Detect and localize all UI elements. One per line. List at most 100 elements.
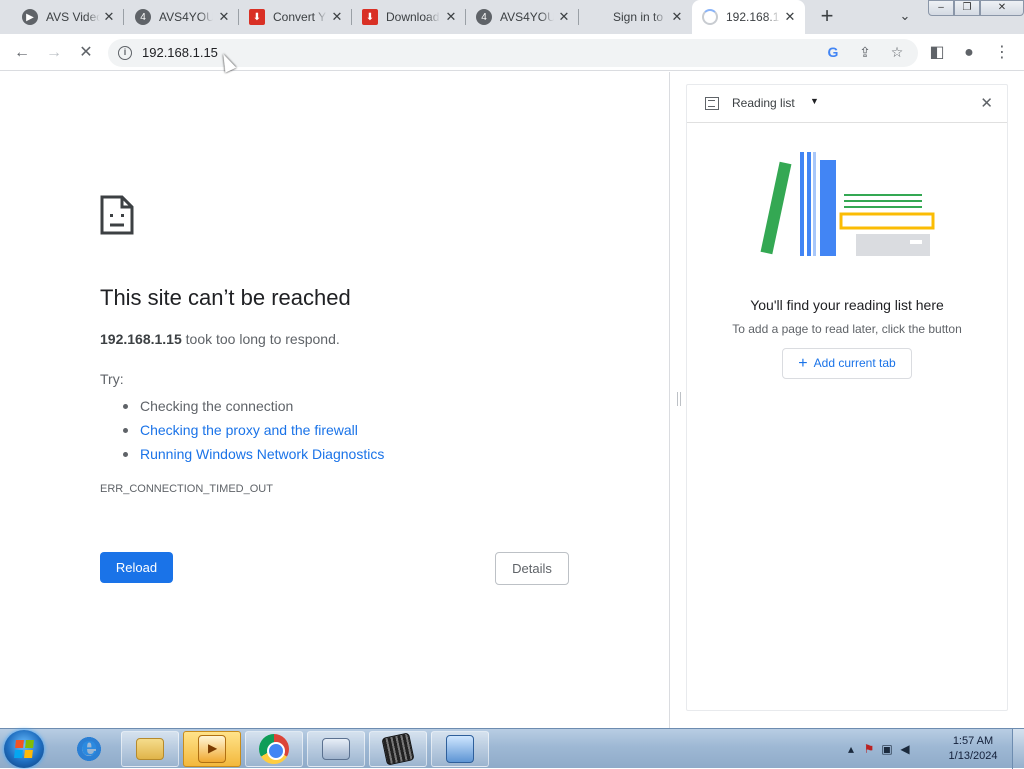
taskbar-video-editor[interactable] (369, 731, 427, 767)
close-icon[interactable]: ✕ (557, 10, 571, 24)
tab-title: 192.168.1 (726, 10, 780, 24)
error-host: 192.168.1.15 (100, 331, 182, 347)
error-subtitle-rest: took too long to respond. (181, 331, 340, 347)
suggestion-list: Checking the connection Checking the pro… (122, 394, 384, 466)
taskbar-chrome[interactable] (245, 731, 303, 767)
google-lens-icon[interactable]: G (824, 44, 842, 62)
empty-state-title: You'll find your reading list here (750, 297, 944, 313)
volume-icon[interactable]: ◀ (896, 742, 914, 756)
folder-icon (136, 738, 164, 760)
window-close-button[interactable]: ✕ (980, 0, 1024, 16)
reading-list-panel: Reading list ▼ ✕ You'll find your readin… (686, 84, 1008, 711)
error-code: ERR_CONNECTION_TIMED_OUT (100, 483, 273, 495)
internet-explorer-icon (75, 732, 103, 763)
download-red-icon: ⬇ (249, 9, 265, 25)
windows-flag-icon (14, 740, 34, 758)
suggestion-link-diagnostics[interactable]: Running Windows Network Diagnostics (122, 442, 384, 466)
reading-list-icon (705, 97, 719, 110)
action-center-flag-icon[interactable]: ⚑ (860, 742, 878, 756)
tab-title: AVS4YOU (500, 10, 554, 24)
tab-title: AVS Video (46, 10, 100, 24)
books-illustration (760, 152, 935, 256)
address-url[interactable]: 192.168.1.15 (142, 45, 218, 60)
share-icon[interactable]: ⇪ (856, 44, 874, 62)
close-icon[interactable]: ✕ (330, 10, 344, 24)
close-icon[interactable]: ✕ (217, 10, 231, 24)
menu-kebab-icon[interactable]: ⋮ (990, 41, 1014, 65)
chrome-icon (259, 734, 289, 764)
close-panel-icon[interactable]: ✕ (980, 94, 993, 112)
resize-grip[interactable] (677, 392, 681, 406)
suggestion-item: Checking the connection (122, 394, 384, 418)
avs-icon: ▶ (22, 9, 38, 25)
tab-separator (123, 9, 124, 25)
windows-taskbar: ▴ ⚑ ▣ ◀ 1:57 AM 1/13/2024 (0, 728, 1024, 769)
tab-strip: ▶ AVS Video ✕ 4 AVS4YOU ✕ ⬇ Convert Y ✕ … (0, 0, 1024, 34)
error-subtitle: 192.168.1.15 took too long to respond. (100, 331, 340, 347)
clock-time: 1:57 AM (952, 735, 994, 747)
tab-avs4you-2[interactable]: 4 AVS4YOU ✕ (466, 0, 579, 34)
minimize-button[interactable]: – (928, 0, 954, 16)
error-title: This site can’t be reached (100, 285, 351, 310)
restore-button[interactable]: ❐ (954, 0, 980, 16)
taskbar-clock[interactable]: 1:57 AM 1/13/2024 (940, 734, 1006, 764)
tab-active-192[interactable]: 192.168.1 ✕ (692, 0, 805, 34)
dropdown-caret-icon[interactable]: ▼ (810, 96, 819, 106)
microsoft-icon (589, 9, 605, 25)
network-icon[interactable]: ▣ (878, 742, 896, 756)
tab-search-chevron-icon[interactable]: ⌄ (896, 8, 914, 26)
back-arrow-icon[interactable]: ← (10, 41, 34, 65)
forward-arrow-icon[interactable]: → (42, 41, 66, 65)
profile-avatar-icon[interactable]: ● (957, 41, 981, 65)
avs4you-icon: 4 (476, 9, 492, 25)
details-button[interactable]: Details (495, 552, 569, 585)
site-info-icon[interactable]: i (118, 46, 132, 60)
media-player-icon (198, 735, 226, 763)
add-current-tab-button[interactable]: + Add current tab (782, 348, 912, 379)
show-hidden-icons-icon[interactable]: ▴ (842, 742, 860, 756)
close-icon[interactable]: ✕ (783, 10, 797, 24)
tab-title: Convert Y (273, 10, 327, 24)
empty-state-description: To add a page to read later, click the b… (732, 322, 962, 336)
plus-icon: + (798, 355, 808, 372)
window-controls: – ❐ ✕ (928, 0, 1024, 16)
taskbar-keyboard[interactable] (307, 731, 365, 767)
avs4you-icon: 4 (135, 9, 151, 25)
show-desktop-button[interactable] (1012, 729, 1024, 769)
bookmark-star-icon[interactable]: ☆ (888, 44, 906, 62)
loading-spinner-icon (702, 9, 718, 25)
tab-sign-in[interactable]: Sign in to ✕ (579, 0, 692, 34)
close-icon[interactable]: ✕ (102, 10, 116, 24)
taskbar-media-player[interactable] (183, 731, 241, 767)
sad-page-icon (100, 195, 134, 235)
panel-divider (669, 72, 670, 728)
close-icon[interactable]: ✕ (670, 10, 684, 24)
browser-toolbar: ← → ✕ i 192.168.1.15 G ⇪ ☆ ◧ ● ⋮ (0, 34, 1024, 71)
side-panel-header: Reading list ▼ ✕ (687, 85, 1007, 123)
close-icon[interactable]: ✕ (444, 10, 458, 24)
tab-title: Sign in to (613, 10, 664, 24)
tab-convert[interactable]: ⬇ Convert Y ✕ (239, 0, 352, 34)
tab-title: AVS4YOU (159, 10, 213, 24)
try-label: Try: (100, 371, 124, 387)
side-panel-select[interactable]: Reading list (732, 96, 795, 110)
taskbar-explorer[interactable] (121, 731, 179, 767)
taskbar-network[interactable] (431, 731, 489, 767)
side-panel-icon[interactable]: ◧ (925, 41, 949, 65)
new-tab-button[interactable]: + (816, 5, 838, 28)
reload-button[interactable]: Reload (100, 552, 173, 583)
start-button[interactable] (4, 730, 44, 768)
tab-title: Download (386, 10, 440, 24)
stop-loading-icon[interactable]: ✕ (74, 41, 98, 65)
system-tray: ▴ ⚑ ▣ ◀ (842, 729, 914, 769)
download-red-icon: ⬇ (362, 9, 378, 25)
tab-avs-video[interactable]: ▶ AVS Video ✕ (12, 0, 124, 34)
suggestion-link-proxy[interactable]: Checking the proxy and the firewall (122, 418, 384, 442)
tab-avs4you-1[interactable]: 4 AVS4YOU ✕ (125, 0, 239, 34)
add-current-tab-label: Add current tab (813, 356, 896, 370)
tab-download[interactable]: ⬇ Download ✕ (352, 0, 466, 34)
film-strip-icon (381, 732, 415, 766)
keyboard-icon (322, 738, 350, 760)
taskbar-internet-explorer[interactable] (60, 731, 118, 767)
control-panel-icon (446, 735, 474, 763)
